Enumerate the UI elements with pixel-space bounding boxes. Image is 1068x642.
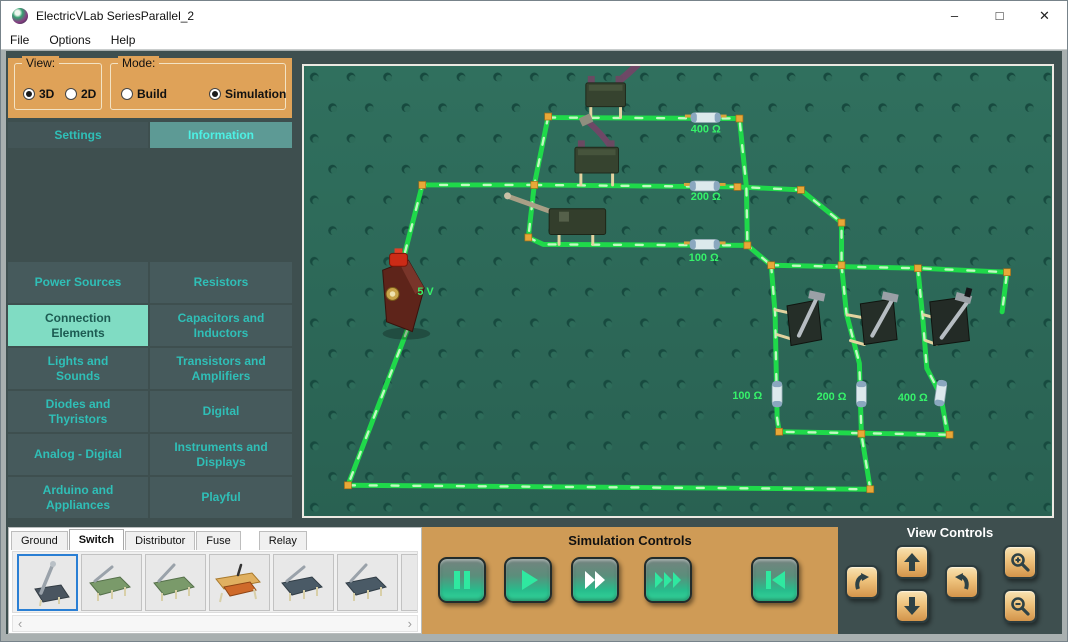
pause-button[interactable] <box>438 557 486 603</box>
scroll-right-icon[interactable]: › <box>408 616 412 631</box>
radio-build-label: Build <box>137 87 167 101</box>
mode-group-label: Mode: <box>118 56 159 70</box>
fastest-button[interactable] <box>644 557 692 603</box>
up-arrow-icon <box>902 552 922 572</box>
down-arrow-icon <box>902 596 922 616</box>
tab-information[interactable]: Information <box>150 122 292 148</box>
fastest-icon <box>654 567 682 593</box>
resistor-100-parallel[interactable] <box>772 381 782 407</box>
category-diodes-thyristors[interactable]: Diodes and Thyristors <box>8 391 148 432</box>
view-mode-panel: View: 3D 2D Mode: Build Simulat <box>8 58 292 118</box>
category-power-sources[interactable]: Power Sources <box>8 262 148 303</box>
parallel-label-400: 400 Ω <box>898 392 928 404</box>
tab-switch[interactable]: Switch <box>69 529 124 550</box>
rotate-left-icon <box>852 572 872 592</box>
tab-ground[interactable]: Ground <box>11 531 68 550</box>
fast-forward-icon <box>582 567 608 593</box>
rotate-right-button[interactable] <box>945 565 979 599</box>
radio-2d[interactable] <box>65 88 77 100</box>
play-icon <box>515 567 541 593</box>
category-grid: Power Sources Resistors Connection Eleme… <box>8 262 292 518</box>
thumbnail-switch-green-a[interactable] <box>81 554 142 611</box>
thumbnail-switch-green-b[interactable] <box>145 554 206 611</box>
thumbnail-switch-dark-b[interactable] <box>337 554 398 611</box>
radio-3d[interactable] <box>23 88 35 100</box>
tab-relay[interactable]: Relay <box>259 531 307 550</box>
window-title: ElectricVLab SeriesParallel_2 <box>36 9 194 23</box>
zoom-in-icon <box>1010 552 1030 572</box>
rotate-right-icon <box>952 572 972 592</box>
category-lights-sounds[interactable]: Lights and Sounds <box>8 348 148 389</box>
radio-simulation[interactable] <box>209 88 221 100</box>
thumbnail-switch-orange[interactable] <box>209 554 270 611</box>
menu-help[interactable]: Help <box>101 33 146 47</box>
close-button[interactable]: ✕ <box>1022 1 1067 30</box>
fast-forward-button[interactable] <box>571 557 619 603</box>
thumbnail-scrollbar[interactable]: ‹ › <box>12 615 418 632</box>
category-arduino-appliances[interactable]: Arduino and Appliances <box>8 477 148 518</box>
category-resistors[interactable]: Resistors <box>150 262 292 303</box>
tab-distributor[interactable]: Distributor <box>125 531 195 550</box>
view-group-label: View: <box>22 56 59 70</box>
category-connection-elements[interactable]: Connection Elements <box>8 305 148 346</box>
category-capacitors-inductors[interactable]: Capacitors and Inductors <box>150 305 292 346</box>
series-label-100: 100 Ω <box>689 252 719 264</box>
mode-group: Mode: Build Simulation <box>110 63 286 110</box>
thumbnail-knife-switch[interactable] <box>17 554 78 611</box>
play-button[interactable] <box>504 557 552 603</box>
simulation-controls-panel: Simulation Controls <box>422 527 838 634</box>
minimize-button[interactable]: – <box>932 1 977 30</box>
maximize-button[interactable]: □ <box>977 1 1022 30</box>
simulation-controls-title: Simulation Controls <box>422 533 838 548</box>
zoom-in-button[interactable] <box>1003 545 1037 579</box>
component-panel: Ground Switch Distributor Fuse Relay <box>8 527 422 634</box>
pause-icon <box>449 567 475 593</box>
zoom-out-button[interactable] <box>1003 589 1037 623</box>
menu-options[interactable]: Options <box>39 33 100 47</box>
main-area: View: 3D 2D Mode: Build Simulat <box>6 51 1062 634</box>
view-group: View: 3D 2D <box>14 63 102 110</box>
component-tabs: Ground Switch Distributor Fuse Relay <box>11 529 308 550</box>
app-icon <box>12 8 28 24</box>
rotate-left-button[interactable] <box>845 565 879 599</box>
restart-icon <box>762 567 788 593</box>
resistor-200-parallel[interactable] <box>856 381 866 407</box>
view-controls-title: View Controls <box>838 525 1062 540</box>
move-up-button[interactable] <box>895 545 929 579</box>
menu-bar: File Options Help <box>1 30 1067 50</box>
series-label-400: 400 Ω <box>691 123 721 135</box>
category-instruments-displays[interactable]: Instruments and Displays <box>150 434 292 475</box>
category-playful[interactable]: Playful <box>150 477 292 518</box>
radio-build[interactable] <box>121 88 133 100</box>
restart-button[interactable] <box>751 557 799 603</box>
scroll-left-icon[interactable]: ‹ <box>18 616 22 631</box>
series-label-200: 200 Ω <box>691 191 721 203</box>
zoom-out-icon <box>1010 596 1030 616</box>
radio-2d-label: 2D <box>81 87 96 101</box>
thumbnail-switch-dark-a[interactable] <box>273 554 334 611</box>
category-transistors-amplifiers[interactable]: Transistors and Amplifiers <box>150 348 292 389</box>
title-bar: ElectricVLab SeriesParallel_2 – □ ✕ <box>1 1 1067 30</box>
app-window: ElectricVLab SeriesParallel_2 – □ ✕ File… <box>0 0 1068 642</box>
radio-simulation-label: Simulation <box>225 87 286 101</box>
parallel-label-100: 100 Ω <box>732 390 762 402</box>
component-thumbnail-list <box>12 551 418 613</box>
menu-file[interactable]: File <box>1 33 39 47</box>
tab-fuse[interactable]: Fuse <box>196 531 240 550</box>
radio-3d-label: 3D <box>39 87 54 101</box>
category-analog-digital[interactable]: Analog - Digital <box>8 434 148 475</box>
circuit-3d-viewport[interactable]: 5 V 400 Ω 200 Ω 100 Ω 100 Ω 200 Ω 400 Ω <box>302 64 1054 518</box>
tab-settings[interactable]: Settings <box>8 122 148 148</box>
category-digital[interactable]: Digital <box>150 391 292 432</box>
window-bottom-border <box>1 634 1067 641</box>
battery-label: 5 V <box>417 286 434 298</box>
thumbnail-partial[interactable] <box>401 554 418 611</box>
move-down-button[interactable] <box>895 589 929 623</box>
view-controls-panel: View Controls <box>838 520 1062 634</box>
parallel-label-200: 200 Ω <box>817 391 847 403</box>
